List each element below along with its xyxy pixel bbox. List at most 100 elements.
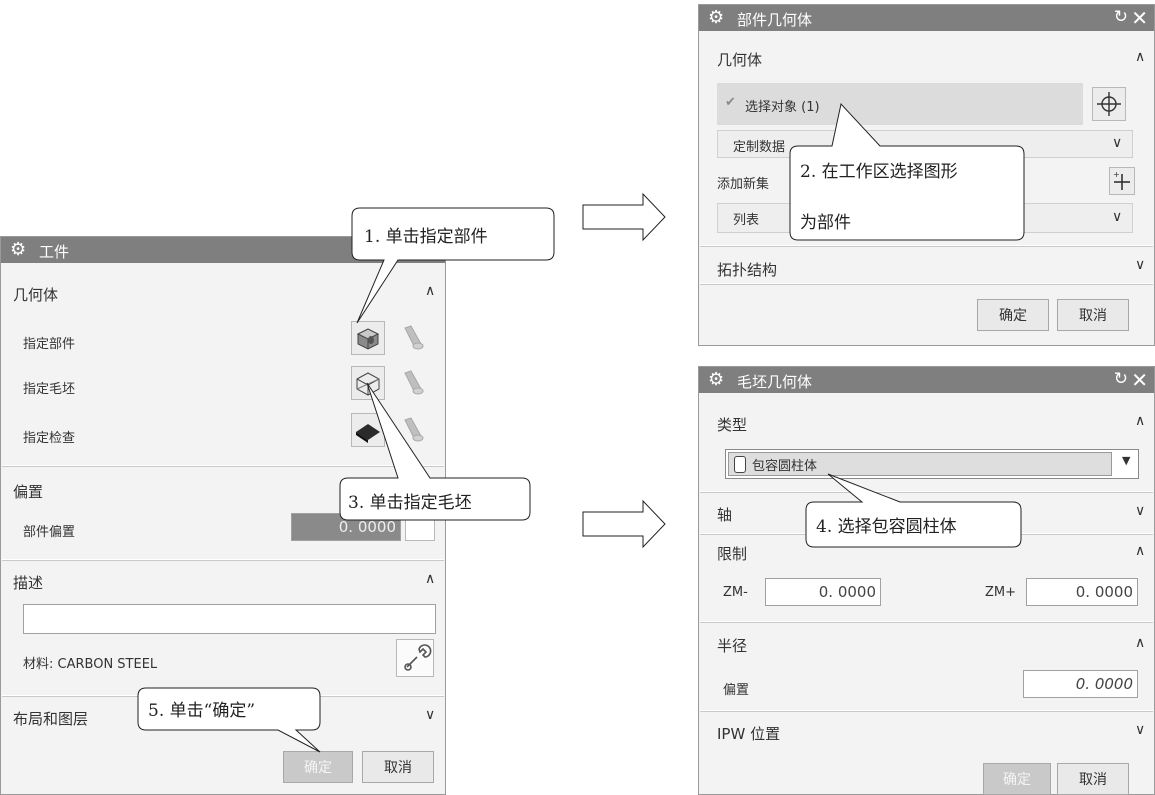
specify-check-label: 指定检查 [23, 431, 76, 446]
zm-minus-field[interactable]: 0. 0000 [765, 578, 881, 606]
section-geometry-header[interactable]: 几何体 [13, 284, 58, 305]
chevron-up-icon[interactable]: ∧ [425, 283, 435, 299]
section-topology-header[interactable]: 拓扑结构 [717, 259, 777, 280]
list-row[interactable] [717, 203, 1133, 233]
display-cone-icon [404, 417, 424, 442]
zm-minus-label: ZM- [723, 585, 748, 600]
part-offset-label: 部件偏置 [23, 525, 76, 540]
type-value: 包容圆柱体 [752, 459, 818, 474]
section-ipw-header[interactable]: IPW 位置 [717, 723, 780, 744]
zm-plus-label: ZM+ [985, 585, 1017, 600]
material-label: 材料: CARBON STEEL [23, 657, 158, 672]
display-blank-button[interactable] [396, 366, 430, 400]
chevron-down-icon[interactable]: ∨ [425, 707, 435, 723]
dialog-title: 工件 [39, 243, 70, 261]
blank-geometry-titlebar[interactable]: ⚙ 毛坯几何体 ↻ ✕ [699, 367, 1154, 393]
wrench-icon [404, 644, 432, 671]
specify-part-label: 指定部件 [23, 337, 76, 352]
chevron-up-icon[interactable]: ∧ [1135, 49, 1145, 65]
specify-blank-button[interactable] [351, 366, 385, 400]
display-cone-icon [404, 325, 424, 350]
specify-blank-label: 指定毛坯 [23, 382, 76, 397]
divider [2, 465, 444, 467]
divider [700, 710, 1153, 712]
description-field[interactable] [23, 604, 436, 634]
callout-5-text: 5. 单击“确定” [148, 701, 256, 721]
radius-offset-label: 偏置 [723, 683, 750, 698]
zm-plus-field[interactable]: 0. 0000 [1026, 578, 1138, 606]
arrow-right-icon [582, 192, 666, 242]
chevron-up-icon[interactable]: ∧ [1135, 543, 1145, 559]
callout-2-text-line2: 为部件 [800, 213, 851, 233]
divider [700, 621, 1153, 623]
close-icon[interactable]: ✕ [1131, 368, 1148, 392]
chevron-down-icon[interactable]: ∨ [1135, 722, 1145, 738]
cancel-button[interactable]: 取消 [1057, 763, 1129, 795]
callout-2-text-line1: 2. 在工作区选择图形 [800, 162, 958, 182]
radius-offset-field[interactable]: 0. 0000 [1023, 670, 1138, 698]
select-object-label: 选择对象 (1) [745, 100, 820, 115]
check-solid-icon [356, 424, 380, 443]
blank-wireframe-icon [356, 372, 380, 396]
chevron-down-icon[interactable]: ∨ [1112, 135, 1122, 151]
cancel-button[interactable]: 取消 [1057, 299, 1129, 331]
section-type-header[interactable]: 类型 [717, 414, 747, 435]
chevron-up-icon[interactable]: ∧ [425, 571, 435, 587]
dialog-title: 毛坯几何体 [737, 373, 813, 391]
cancel-button[interactable]: 取消 [362, 751, 434, 783]
gear-icon: ⚙ [708, 7, 725, 28]
divider [700, 491, 1153, 493]
select-object-button[interactable] [1092, 87, 1126, 121]
divider [2, 559, 444, 561]
section-radius-header[interactable]: 半径 [717, 635, 747, 656]
close-icon[interactable]: ✕ [1131, 6, 1148, 30]
section-description-header[interactable]: 描述 [13, 572, 43, 593]
ok-button[interactable]: 确定 [977, 299, 1049, 331]
chevron-down-icon[interactable]: ∨ [1112, 209, 1122, 225]
add-new-set-button[interactable]: + [1109, 167, 1135, 195]
reset-icon[interactable]: ↻ [1114, 369, 1128, 389]
part-solid-icon [356, 328, 380, 350]
dialog-title: 部件几何体 [737, 11, 813, 29]
section-layout-header[interactable]: 布局和图层 [13, 708, 88, 729]
svg-text:+: + [1113, 170, 1120, 179]
reset-icon[interactable]: ↻ [1114, 7, 1128, 27]
chevron-down-icon[interactable]: ∨ [1135, 503, 1145, 519]
custom-data-label: 定制数据 [733, 140, 786, 155]
add-set-icon: + [1113, 170, 1130, 190]
material-edit-button[interactable] [396, 639, 434, 677]
part-geometry-titlebar[interactable]: ⚙ 部件几何体 ↻ ✕ [699, 5, 1154, 31]
blank-geometry-dialog: ⚙ 毛坯几何体 ↻ ✕ 类型 ∧ 包容圆柱体 ▼ 轴 ∨ 限制 ∧ ZM- 0.… [698, 366, 1155, 795]
ok-button[interactable]: 确定 [283, 751, 353, 783]
chevron-down-icon[interactable]: ∨ [1135, 257, 1145, 273]
divider [700, 283, 1153, 285]
type-dropdown[interactable]: 包容圆柱体 ▼ [725, 449, 1139, 479]
specify-check-button[interactable] [351, 413, 385, 447]
arrow-right-icon [582, 499, 666, 549]
ok-button[interactable]: 确定 [983, 763, 1051, 795]
display-cone-icon [404, 370, 424, 395]
gear-icon: ⚙ [10, 239, 27, 260]
specify-part-button[interactable] [351, 321, 385, 355]
callout-3-text: 3. 单击指定毛坯 [348, 493, 472, 513]
section-axis-header[interactable]: 轴 [717, 504, 732, 525]
checkmark-icon: ✔ [725, 95, 736, 110]
callout-4-text: 4. 选择包容圆柱体 [816, 517, 957, 537]
part-offset-field[interactable]: 0. 0000 [291, 513, 401, 541]
divider [700, 245, 1153, 247]
gear-icon: ⚙ [708, 369, 725, 390]
callout-1-text: 1. 单击指定部件 [364, 227, 488, 247]
add-new-set-label: 添加新集 [717, 177, 770, 192]
chevron-up-icon[interactable]: ∧ [1135, 413, 1145, 429]
display-part-button[interactable] [396, 321, 430, 355]
crosshair-icon [1097, 92, 1121, 116]
display-check-button[interactable] [396, 413, 430, 447]
cylinder-icon [734, 456, 746, 473]
chevron-up-icon[interactable]: ∧ [1135, 635, 1145, 651]
dropdown-arrow-icon: ▼ [1122, 454, 1131, 467]
list-label: 列表 [733, 213, 760, 228]
section-offset-header[interactable]: 偏置 [13, 481, 43, 502]
section-limits-header[interactable]: 限制 [717, 543, 747, 564]
offset-menu-button[interactable] [405, 513, 435, 541]
section-geometry-header[interactable]: 几何体 [717, 49, 762, 70]
